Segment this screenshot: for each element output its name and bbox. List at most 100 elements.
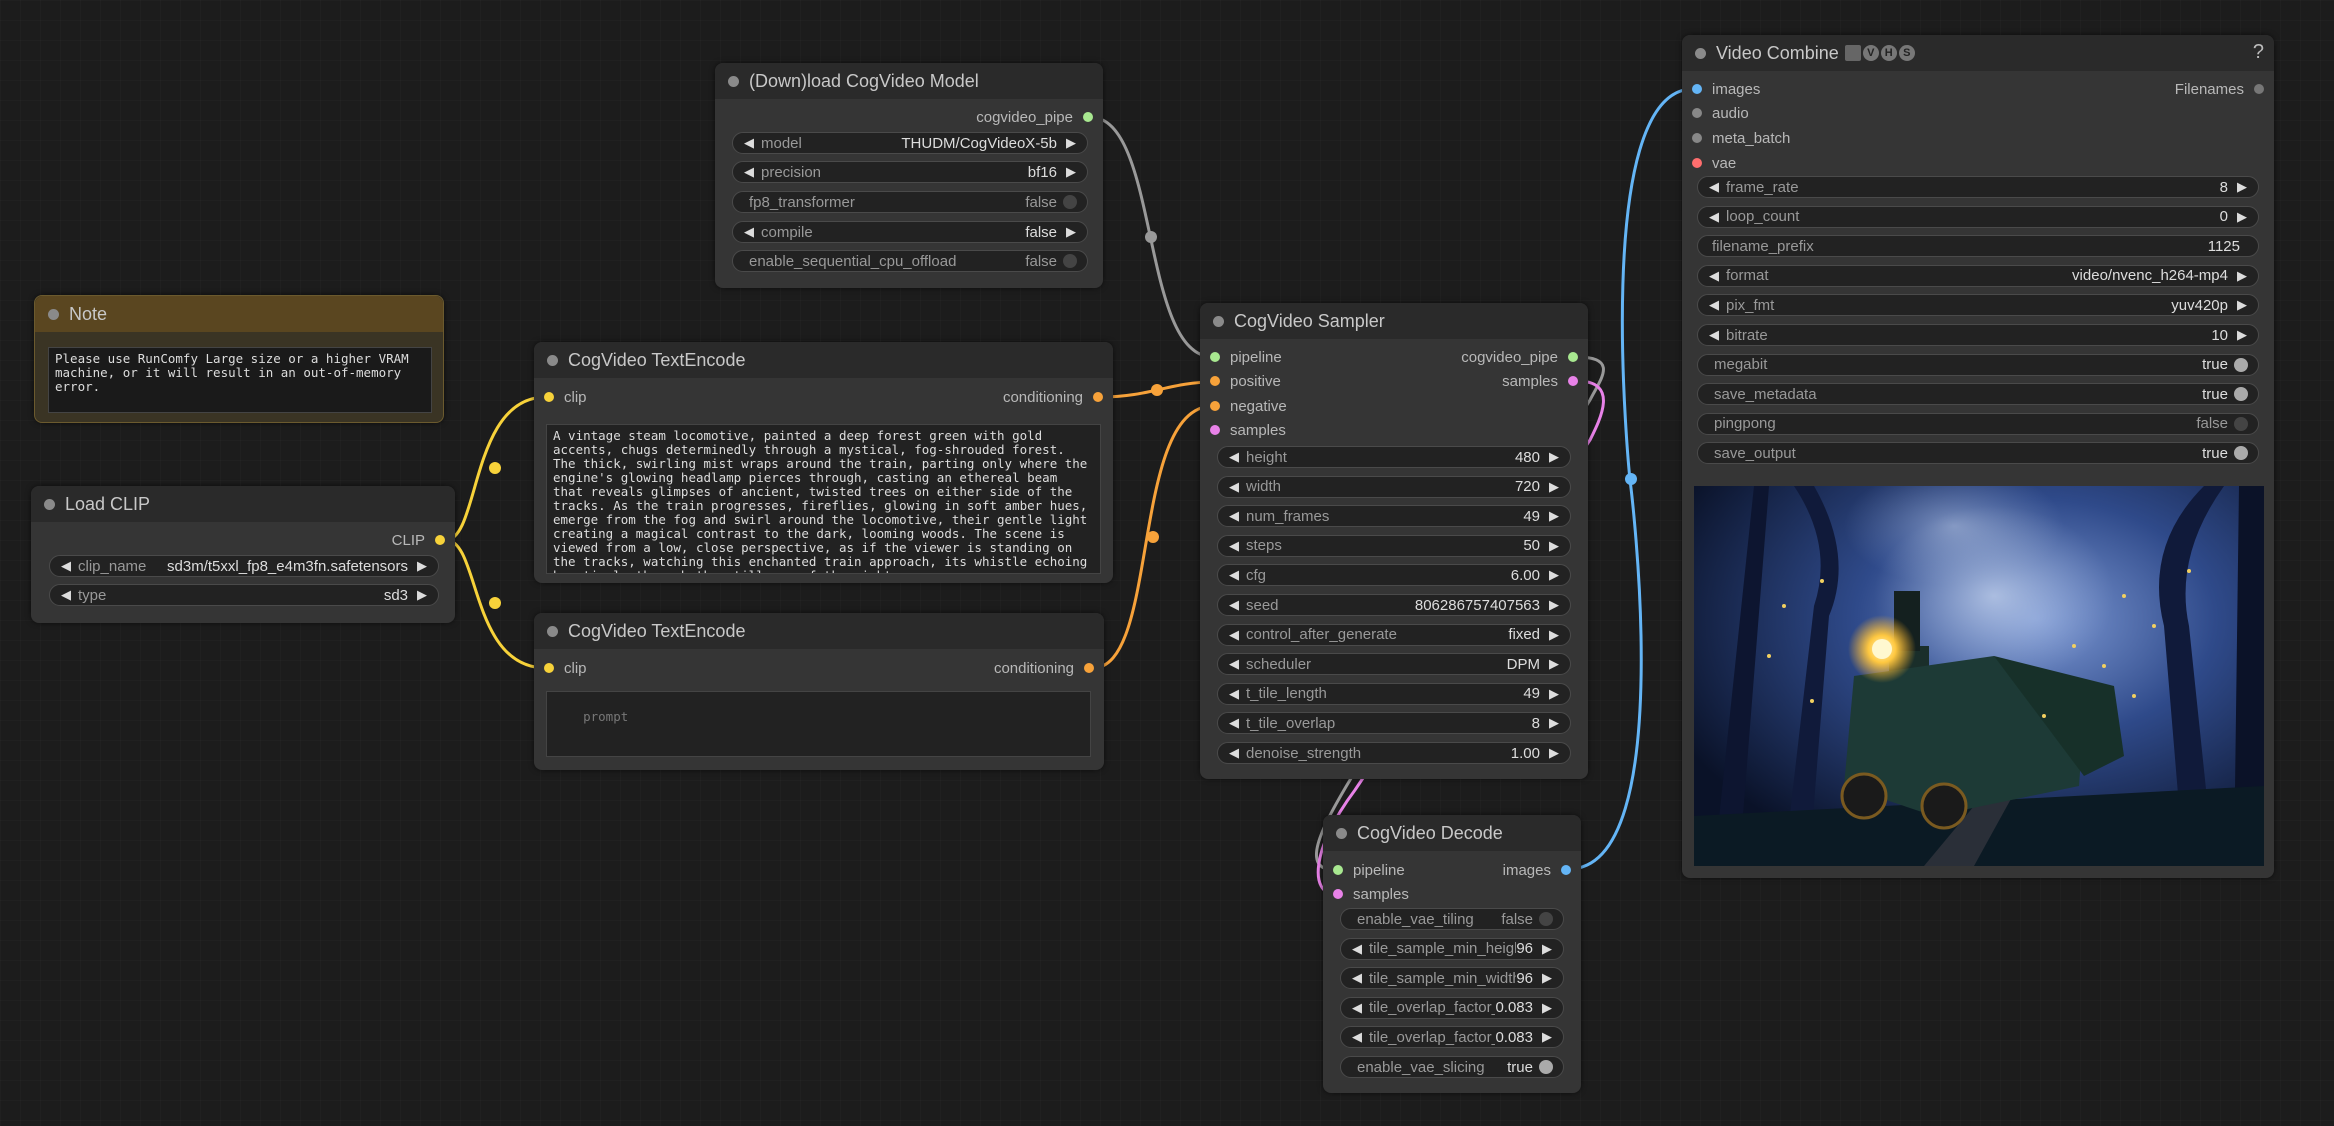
- slot-connector[interactable]: [1084, 663, 1094, 673]
- note-text[interactable]: Please use RunComfy Large size or a high…: [48, 347, 432, 413]
- output-slot-clip[interactable]: CLIP: [392, 529, 445, 551]
- increment-arrow-icon[interactable]: ▶: [416, 587, 428, 603]
- cfg-widget[interactable]: ◀ cfg 6.00 ▶: [1217, 564, 1571, 587]
- sampler-title-bar[interactable]: CogVideo Sampler: [1200, 303, 1588, 339]
- cogvideo-textencode-negative-node[interactable]: CogVideo TextEncode clip conditioning pr…: [534, 613, 1104, 770]
- textencode-title-bar[interactable]: CogVideo TextEncode: [534, 613, 1104, 649]
- help-icon[interactable]: ?: [2253, 41, 2264, 64]
- increment-arrow-icon[interactable]: ▶: [1548, 567, 1560, 583]
- bitrate-widget[interactable]: ◀ bitrate 10 ▶: [1697, 324, 2259, 346]
- increment-arrow-icon[interactable]: ▶: [1548, 449, 1560, 465]
- output-slot-cogvideo-pipe[interactable]: cogvideo_pipe: [976, 106, 1093, 128]
- fp8-transformer-toggle[interactable]: fp8_transformer false: [732, 191, 1088, 213]
- pix-fmt-widget[interactable]: ◀ pix_fmt yuv420p ▶: [1697, 294, 2259, 317]
- input-slot-samples[interactable]: samples: [1210, 419, 1286, 441]
- decrement-arrow-icon[interactable]: ◀: [1228, 508, 1240, 524]
- load-clip-title-bar[interactable]: Load CLIP: [31, 486, 455, 522]
- increment-arrow-icon[interactable]: ▶: [1548, 508, 1560, 524]
- decrement-arrow-icon[interactable]: ◀: [1708, 327, 1720, 343]
- decrement-arrow-icon[interactable]: ◀: [1351, 941, 1363, 957]
- decrement-arrow-icon[interactable]: ◀: [743, 224, 755, 240]
- decrement-arrow-icon[interactable]: ◀: [1228, 597, 1240, 613]
- toggle-knob[interactable]: [2234, 446, 2248, 461]
- tile-overlap-factor-height-widget[interactable]: ◀ tile_overlap_factor_height0.083 ▶: [1340, 996, 1564, 1019]
- scheduler-widget[interactable]: ◀ scheduler DPM ▶: [1217, 653, 1571, 676]
- increment-arrow-icon[interactable]: ▶: [1065, 224, 1077, 240]
- decrement-arrow-icon[interactable]: ◀: [1708, 297, 1720, 313]
- decrement-arrow-icon[interactable]: ◀: [1228, 745, 1240, 761]
- slot-connector[interactable]: [1210, 376, 1220, 386]
- type-combo[interactable]: ◀ type sd3 ▶: [49, 584, 439, 606]
- video-combine-node[interactable]: Video Combine V H S ? images audio meta_…: [1682, 35, 2274, 878]
- input-slot-pipeline[interactable]: pipeline: [1210, 346, 1282, 368]
- increment-arrow-icon[interactable]: ▶: [2236, 297, 2248, 313]
- loop-count-widget[interactable]: ◀ loop_count 0 ▶: [1697, 205, 2259, 228]
- tile-sample-min-width-widget[interactable]: ◀ tile_sample_min_width 96 ▶: [1340, 967, 1564, 990]
- video-combine-title-bar[interactable]: Video Combine V H S ?: [1682, 35, 2274, 71]
- seed-widget[interactable]: ◀ seed 806286757407563 ▶: [1217, 594, 1571, 616]
- decrement-arrow-icon[interactable]: ◀: [1228, 567, 1240, 583]
- control-after-generate-widget[interactable]: ◀ control_after_generate fixed ▶: [1217, 623, 1571, 646]
- decrement-arrow-icon[interactable]: ◀: [1708, 209, 1720, 225]
- increment-arrow-icon[interactable]: ▶: [1548, 479, 1560, 495]
- height-widget[interactable]: ◀ height 480 ▶: [1217, 446, 1571, 468]
- output-slot-samples[interactable]: samples: [1502, 370, 1578, 392]
- cogvideo-textencode-positive-node[interactable]: CogVideo TextEncode clip conditioning A …: [534, 342, 1113, 583]
- increment-arrow-icon[interactable]: ▶: [1548, 656, 1560, 672]
- output-slot-images[interactable]: images: [1503, 859, 1571, 881]
- t-tile-length-widget[interactable]: ◀ t_tile_length 49 ▶: [1217, 682, 1571, 705]
- slot-connector[interactable]: [1561, 865, 1571, 875]
- note-title-bar[interactable]: Note: [35, 296, 443, 332]
- decrement-arrow-icon[interactable]: ◀: [1228, 686, 1240, 702]
- decrement-arrow-icon[interactable]: ◀: [1228, 479, 1240, 495]
- slot-connector[interactable]: [1210, 425, 1220, 435]
- increment-arrow-icon[interactable]: ▶: [1541, 1000, 1553, 1016]
- toggle-knob[interactable]: [1539, 912, 1553, 926]
- decode-title-bar[interactable]: CogVideo Decode: [1323, 815, 1581, 851]
- megabit-widget[interactable]: megabit true: [1697, 353, 2259, 376]
- toggle-knob[interactable]: [2234, 357, 2248, 372]
- slot-connector[interactable]: [1333, 889, 1343, 899]
- decrement-arrow-icon[interactable]: ◀: [1228, 715, 1240, 731]
- download-cogvideo-model-node[interactable]: (Down)load CogVideo Model cogvideo_pipe …: [715, 63, 1103, 288]
- tile-overlap-factor-width-widget[interactable]: ◀ tile_overlap_factor_width0.083 ▶: [1340, 1026, 1564, 1049]
- increment-arrow-icon[interactable]: ▶: [1065, 164, 1077, 180]
- slot-connector[interactable]: [2254, 84, 2264, 94]
- precision-combo[interactable]: ◀ precision bf16 ▶: [732, 161, 1088, 183]
- slot-connector[interactable]: [1210, 401, 1220, 411]
- enable-vae-slicing-widget[interactable]: enable_vae_slicing true: [1340, 1056, 1564, 1078]
- collapse-dot[interactable]: [44, 499, 55, 510]
- toggle-knob[interactable]: [1539, 1060, 1553, 1074]
- num-frames-widget[interactable]: ◀ num_frames 49 ▶: [1217, 505, 1571, 528]
- pingpong-widget[interactable]: pingpong false: [1697, 412, 2259, 435]
- input-slot-vae[interactable]: vae: [1692, 152, 1736, 174]
- enable-vae-tiling-widget[interactable]: enable_vae_tiling false: [1340, 908, 1564, 930]
- decrement-arrow-icon[interactable]: ◀: [60, 558, 72, 574]
- denoise-strength-widget[interactable]: ◀ denoise_strength 1.00 ▶: [1217, 742, 1571, 764]
- decrement-arrow-icon[interactable]: ◀: [743, 135, 755, 151]
- increment-arrow-icon[interactable]: ▶: [1548, 686, 1560, 702]
- steps-widget[interactable]: ◀ steps 50 ▶: [1217, 534, 1571, 557]
- filename-prefix-widget[interactable]: filename_prefix 1125: [1697, 235, 2259, 258]
- increment-arrow-icon[interactable]: ▶: [1065, 135, 1077, 151]
- collapse-dot[interactable]: [1213, 316, 1224, 327]
- format-widget[interactable]: ◀ format video/nvenc_h264-mp4 ▶: [1697, 264, 2259, 287]
- slot-connector[interactable]: [1692, 133, 1702, 143]
- increment-arrow-icon[interactable]: ▶: [1548, 627, 1560, 643]
- negative-prompt-textarea[interactable]: prompt: [546, 691, 1091, 757]
- input-slot-positive[interactable]: positive: [1210, 370, 1281, 392]
- collapse-dot[interactable]: [48, 309, 59, 320]
- load-clip-node[interactable]: Load CLIP CLIP ◀ clip_name sd3m/t5xxl_fp…: [31, 486, 455, 623]
- increment-arrow-icon[interactable]: ▶: [2236, 179, 2248, 195]
- clip-name-combo[interactable]: ◀ clip_name sd3m/t5xxl_fp8_e4m3fn.safete…: [49, 555, 439, 577]
- slot-connector[interactable]: [544, 392, 554, 402]
- frame-rate-widget[interactable]: ◀ frame_rate 8 ▶: [1697, 176, 2259, 198]
- input-slot-images[interactable]: images: [1692, 78, 1760, 100]
- tile-sample-min-height-widget[interactable]: ◀ tile_sample_min_height 96 ▶: [1340, 937, 1564, 960]
- collapse-dot[interactable]: [728, 76, 739, 87]
- output-slot-conditioning[interactable]: conditioning: [1003, 386, 1103, 408]
- decrement-arrow-icon[interactable]: ◀: [743, 164, 755, 180]
- input-slot-pipeline[interactable]: pipeline: [1333, 859, 1405, 881]
- download-model-title-bar[interactable]: (Down)load CogVideo Model: [715, 63, 1103, 99]
- sequential-cpu-offload-toggle[interactable]: enable_sequential_cpu_offload false: [732, 250, 1088, 272]
